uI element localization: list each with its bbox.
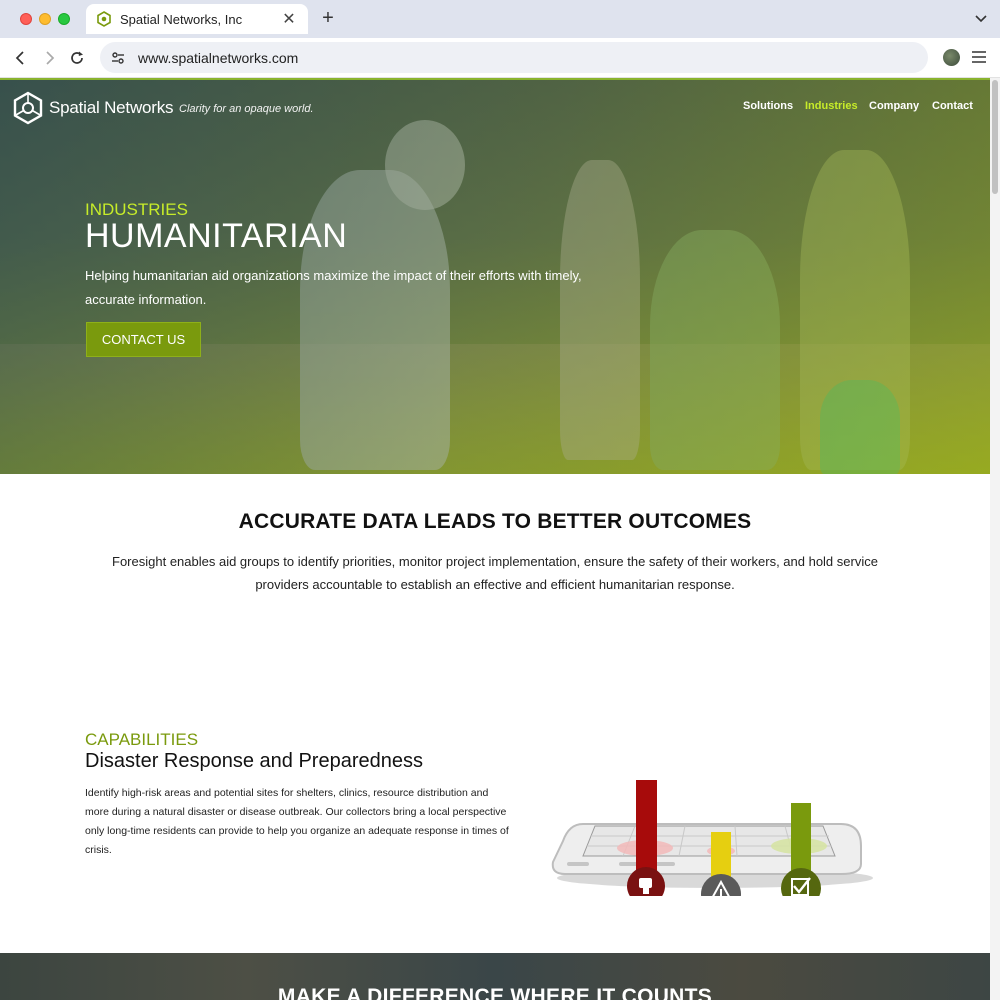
capabilities-eyebrow: CAPABILITIES [85, 730, 199, 749]
browser-tab[interactable]: Spatial Networks, Inc ✕ [86, 4, 308, 34]
browser-tab-bar: Spatial Networks, Inc ✕ + [0, 0, 1000, 38]
logo-text: Spatial Networks [49, 98, 174, 117]
forward-arrow-icon [46, 51, 55, 65]
back-arrow-icon [15, 51, 24, 65]
forward-button[interactable] [37, 46, 61, 70]
browser-toolbar: www.spatialnetworks.com [0, 38, 1000, 78]
site-logo[interactable]: Spatial Networks [13, 91, 174, 125]
contact-us-button[interactable]: CONTACT US [86, 322, 201, 357]
window-zoom-button[interactable] [58, 13, 70, 25]
site-favicon-icon [97, 11, 111, 27]
phone-button [567, 862, 589, 866]
address-bar[interactable]: www.spatialnetworks.com [100, 42, 928, 73]
browser-menu-icon[interactable] [970, 48, 988, 66]
spatial-networks-logo-icon [13, 91, 43, 125]
reload-icon [71, 51, 83, 64]
page-scrollbar[interactable] [990, 78, 1000, 1000]
web-page: Spatial Networks Clarity for an opaque w… [0, 78, 990, 1000]
window-close-button[interactable] [20, 13, 32, 25]
profile-avatar[interactable] [943, 49, 960, 66]
url-text: www.spatialnetworks.com [138, 49, 299, 66]
hero-title: HUMANITARIAN [85, 217, 348, 255]
capabilities-description: Identify high-risk areas and potential s… [85, 787, 509, 856]
scrollbar-thumb[interactable] [992, 80, 998, 194]
hero-section: Spatial Networks Clarity for an opaque w… [0, 78, 990, 474]
nav-industries[interactable]: Industries [805, 100, 858, 112]
bottom-banner: MAKE A DIFFERENCE WHERE IT COUNTS [0, 953, 990, 1000]
nav-contact[interactable]: Contact [932, 100, 973, 112]
tab-title: Spatial Networks, Inc [120, 11, 243, 27]
phone-map-illustration [551, 780, 873, 896]
new-tab-button[interactable]: + [318, 8, 338, 28]
tab-close-icon[interactable]: ✕ [280, 9, 298, 29]
reload-button[interactable] [65, 46, 89, 70]
nav-solutions[interactable]: Solutions [743, 100, 793, 112]
site-settings-icon[interactable] [110, 50, 126, 66]
back-button[interactable] [9, 46, 33, 70]
window-minimize-button[interactable] [39, 13, 51, 25]
site-tagline: Clarity for an opaque world. [179, 103, 314, 115]
hero-description: Helping humanitarian aid organizations m… [85, 268, 582, 307]
outcomes-description: Foresight enables aid groups to identify… [112, 554, 878, 592]
tab-list-chevron-icon[interactable] [972, 9, 990, 27]
nav-company[interactable]: Company [869, 100, 919, 112]
bottom-banner-title: MAKE A DIFFERENCE WHERE IT COUNTS [277, 985, 713, 1000]
capabilities-title: Disaster Response and Preparedness [85, 750, 423, 772]
outcomes-heading: ACCURATE DATA LEADS TO BETTER OUTCOMES [238, 510, 752, 533]
